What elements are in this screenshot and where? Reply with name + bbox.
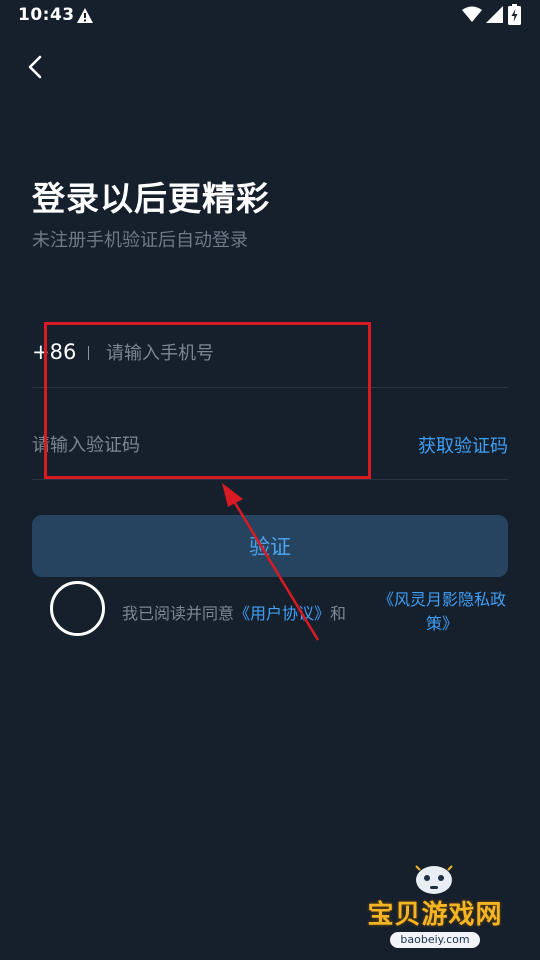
- agreement-text: 我已阅读并同意《用户协议》和: [122, 600, 346, 624]
- wifi-icon: [462, 6, 482, 22]
- phone-field-row: +86: [32, 320, 508, 388]
- agreement-conjunction: 和: [330, 604, 347, 623]
- country-code[interactable]: +86: [32, 340, 76, 364]
- agreement-checkbox[interactable]: [50, 581, 105, 636]
- status-time: 10:43: [18, 5, 75, 25]
- status-bar: 10:43: [0, 0, 540, 34]
- watermark-title: 宝贝游戏网: [367, 900, 503, 930]
- annotation-arrow: [222, 483, 320, 641]
- country-code-divider: [88, 346, 89, 360]
- back-arrow-icon: [28, 55, 42, 79]
- user-agreement-link[interactable]: 《用户协议》: [234, 604, 330, 623]
- verification-code-input[interactable]: [32, 426, 372, 464]
- watermark-url: baobeiy.com: [390, 932, 480, 948]
- watermark-logo: 宝贝游戏网 baobeiy.com: [360, 862, 510, 954]
- warning-icon: [77, 8, 93, 23]
- battery-icon: [508, 4, 521, 25]
- page-subtitle: 未注册手机验证后自动登录: [32, 230, 248, 251]
- page-title: 登录以后更精彩: [32, 179, 270, 218]
- mascot-icon: [415, 865, 453, 894]
- phone-input[interactable]: [106, 334, 486, 372]
- privacy-policy-link[interactable]: 《风灵月影隐私政策》: [372, 588, 512, 636]
- get-code-button[interactable]: 获取验证码: [418, 432, 508, 458]
- back-button[interactable]: [18, 48, 52, 86]
- signal-icon: [486, 6, 503, 23]
- verify-button[interactable]: 验证: [32, 515, 508, 577]
- code-field-row: 获取验证码: [32, 412, 508, 480]
- agreement-prefix: 我已阅读并同意: [122, 604, 235, 623]
